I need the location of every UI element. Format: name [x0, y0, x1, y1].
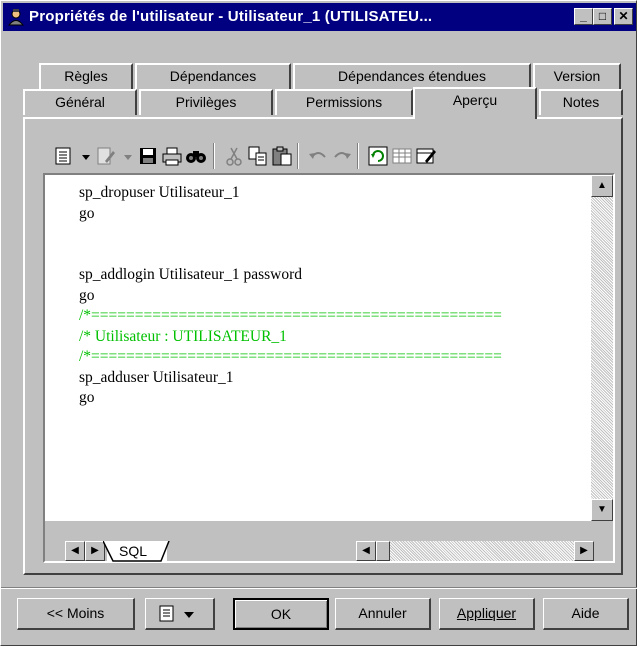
tab-notes[interactable]: Notes	[539, 89, 623, 115]
code-line: go	[79, 286, 95, 304]
cut-icon[interactable]	[223, 145, 245, 167]
scroll-down-button[interactable]: ▼	[591, 499, 613, 521]
copy-icon[interactable]	[247, 145, 269, 167]
close-icon: ✕	[618, 9, 629, 23]
minimize-icon: _	[580, 9, 587, 23]
help-button[interactable]: Aide	[543, 598, 629, 630]
table-icon[interactable]	[391, 145, 413, 167]
dropdown-arrow-icon[interactable]	[75, 145, 90, 167]
code-line: go	[79, 389, 95, 406]
close-button[interactable]: ✕	[614, 8, 633, 25]
sheet-prev-button[interactable]: ◀	[65, 541, 85, 561]
refresh-icon[interactable]	[367, 145, 389, 167]
button-row-separator	[1, 587, 637, 589]
tab-dependances-etendues[interactable]: Dépendances étendues	[293, 63, 531, 89]
sql-code[interactable]: sp_dropuser Utilisateur_1go sp_addlogin U…	[79, 183, 502, 409]
code-line: sp_dropuser Utilisateur_1	[79, 184, 240, 201]
arrow-right-icon: ▶	[580, 545, 588, 556]
redo-icon[interactable]	[331, 145, 353, 167]
maximize-button[interactable]: □	[593, 8, 612, 25]
code-comment-line: /*======================================…	[79, 348, 502, 365]
scroll-thumb[interactable]	[376, 541, 390, 561]
ok-button[interactable]: OK	[233, 598, 329, 630]
editor-gutter	[45, 175, 73, 521]
code-comment-line: /* Utilisateur : UTILISATEUR_1	[79, 327, 287, 345]
sheet-tab-sql[interactable]: SQL	[103, 541, 170, 563]
preview-toolbar	[53, 139, 623, 173]
scroll-right-button[interactable]: ▶	[574, 541, 594, 561]
sheet-tab-label: SQL	[119, 543, 148, 559]
toolbar-separator	[213, 143, 215, 169]
arrow-down-icon: ▼	[597, 504, 607, 515]
tab-version[interactable]: Version	[533, 63, 621, 89]
save-icon[interactable]	[137, 145, 159, 167]
window-title: Propriétés de l'utilisateur - Utilisateu…	[29, 8, 433, 25]
tab-privileges[interactable]: Privilèges	[139, 89, 273, 115]
tab-permissions[interactable]: Permissions	[275, 89, 413, 115]
sheet-next-button[interactable]: ▶	[85, 541, 105, 561]
tab-general[interactable]: Général	[23, 89, 137, 115]
edit-table-icon[interactable]	[415, 145, 437, 167]
minimize-button[interactable]: _	[574, 8, 593, 25]
scroll-up-button[interactable]: ▲	[591, 175, 613, 197]
vertical-scrollbar[interactable]: ▲ ▼	[591, 175, 613, 521]
options-menu-button[interactable]	[145, 598, 215, 630]
undo-icon[interactable]	[307, 145, 329, 167]
code-line: sp_adduser Utilisateur_1	[79, 368, 234, 386]
sql-preview-editor[interactable]: sp_dropuser Utilisateur_1go sp_addlogin U…	[45, 175, 591, 521]
user-icon	[7, 8, 25, 26]
tab-regles[interactable]: Règles	[39, 63, 133, 89]
less-button[interactable]: << Moins	[17, 598, 135, 630]
code-line: go	[79, 204, 95, 222]
tab-apercu[interactable]: Aperçu	[413, 87, 537, 119]
code-comment-line: /*======================================…	[79, 307, 502, 324]
apply-label: Appliquer	[456, 605, 517, 621]
scroll-left-button[interactable]: ◀	[356, 541, 376, 561]
cancel-button[interactable]: Annuler	[335, 598, 431, 630]
arrow-up-icon: ▲	[597, 180, 607, 191]
tab-dependances[interactable]: Dépendances	[135, 63, 291, 89]
toolbar-separator	[357, 143, 359, 169]
arrow-left-icon: ◀	[71, 545, 79, 556]
toolbar-separator	[297, 143, 299, 169]
find-icon[interactable]	[185, 145, 207, 167]
title-bar[interactable]: Propriétés de l'utilisateur - Utilisateu…	[3, 3, 636, 31]
properties-icon[interactable]	[53, 145, 75, 167]
horizontal-scrollbar[interactable]: ◀ ▶	[356, 541, 594, 561]
code-line: sp_addlogin Utilisateur_1 password	[79, 266, 303, 283]
print-icon[interactable]	[161, 145, 183, 167]
apply-button[interactable]: Appliquer	[439, 598, 535, 630]
dropdown-arrow-icon[interactable]	[117, 145, 132, 167]
maximize-icon: □	[598, 9, 607, 23]
edit-icon[interactable]	[95, 145, 117, 167]
arrow-left-icon: ◀	[362, 545, 370, 556]
paste-icon[interactable]	[271, 145, 293, 167]
arrow-right-icon: ▶	[91, 545, 99, 556]
properties-window: Propriétés de l'utilisateur - Utilisateu…	[0, 0, 637, 646]
